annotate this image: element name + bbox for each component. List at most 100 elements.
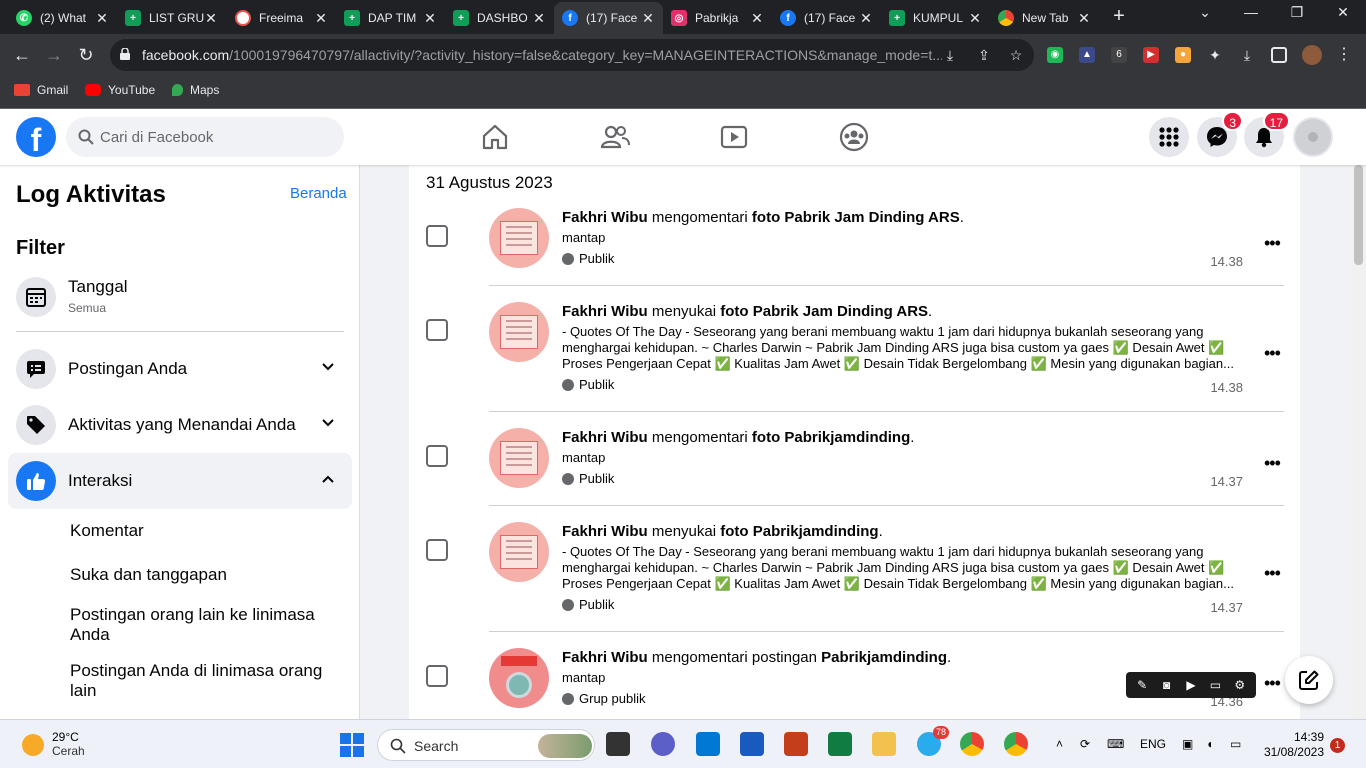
entry-thumbnail[interactable]: [489, 428, 549, 488]
entry-checkbox[interactable]: [426, 539, 448, 561]
vscode-icon[interactable]: [696, 732, 720, 756]
entry-headline[interactable]: Fakhri Wibu menyukai foto Pabrikjamdindi…: [562, 523, 883, 540]
settings-icon[interactable]: ⚙: [1231, 678, 1249, 692]
entry-headline[interactable]: Fakhri Wibu mengomentari foto Pabrik Jam…: [562, 209, 964, 226]
entry-thumbnail[interactable]: [489, 208, 549, 268]
messenger-button[interactable]: 3: [1197, 111, 1243, 157]
browser-tab[interactable]: ✆ (2) What ✕: [8, 4, 117, 32]
download-icon[interactable]: ⤓: [1239, 47, 1255, 63]
close-icon[interactable]: ✕: [314, 10, 328, 27]
puzzle-icon[interactable]: ✦: [1207, 47, 1223, 63]
extension-icon[interactable]: ◉: [1047, 47, 1063, 63]
forward-button[interactable]: →: [42, 43, 66, 67]
weather-widget[interactable]: 29°C Cerah: [22, 730, 85, 758]
browser-tab-active[interactable]: f (17) Face ✕: [554, 2, 663, 34]
close-icon[interactable]: ✕: [968, 10, 982, 27]
language-indicator[interactable]: ENG: [1140, 737, 1166, 751]
close-icon[interactable]: ✕: [641, 10, 655, 27]
tab-search-icon[interactable]: ⌄: [1190, 4, 1220, 21]
keyboard-icon[interactable]: ⌨: [1107, 737, 1124, 751]
maximize-button[interactable]: ❐: [1282, 4, 1312, 21]
more-options-icon[interactable]: •••: [1264, 343, 1284, 363]
date-filter[interactable]: Tanggal Semua: [8, 269, 352, 329]
page-scrollbar[interactable]: [1351, 165, 1366, 719]
home-link[interactable]: Beranda: [290, 185, 347, 202]
task-view-icon[interactable]: [606, 732, 630, 756]
browser-tab[interactable]: New Tab ✕: [990, 4, 1099, 32]
avatar[interactable]: [1302, 45, 1322, 65]
extension-icon[interactable]: ▶: [1143, 47, 1159, 63]
entry-thumbnail[interactable]: [489, 648, 549, 708]
close-icon[interactable]: ✕: [859, 10, 873, 27]
install-icon[interactable]: ⤓: [942, 47, 958, 63]
home-icon[interactable]: [479, 121, 511, 153]
browser-tab[interactable]: + DAP TIM ✕: [336, 4, 445, 32]
notification-badge[interactable]: 1: [1330, 738, 1345, 753]
more-options-icon[interactable]: •••: [1264, 563, 1284, 583]
reload-button[interactable]: ↻: [74, 43, 98, 67]
browser-tab[interactable]: + DASHBO ✕: [445, 4, 554, 32]
entry-checkbox[interactable]: [426, 319, 448, 341]
video-icon[interactable]: ▶: [1182, 678, 1200, 692]
close-icon[interactable]: ✕: [1077, 10, 1091, 27]
close-icon[interactable]: ✕: [204, 10, 218, 27]
extension-icon[interactable]: 6: [1111, 47, 1127, 63]
browser-tab[interactable]: + LIST GRU ✕: [117, 4, 226, 32]
chrome-icon[interactable]: [960, 732, 984, 756]
section-interactions[interactable]: Interaksi: [8, 453, 352, 509]
extension-icon[interactable]: ▲: [1079, 47, 1095, 63]
snip-icon[interactable]: ✎: [1133, 678, 1151, 692]
bookmark-youtube[interactable]: YouTube: [85, 83, 155, 97]
filter-others-posts-on-timeline[interactable]: Postingan orang lain ke linimasa Anda: [70, 605, 330, 645]
browser-tab[interactable]: ◎ Pabrikja ✕: [663, 4, 772, 32]
battery-icon[interactable]: ▭: [1230, 737, 1241, 751]
facebook-search[interactable]: [66, 117, 344, 157]
browser-tab[interactable]: f (17) Face ✕: [772, 4, 881, 32]
more-options-icon[interactable]: •••: [1264, 453, 1284, 473]
share-icon[interactable]: ⇪: [976, 47, 992, 63]
minimize-button[interactable]: —: [1236, 4, 1266, 20]
close-window-button[interactable]: ✕: [1328, 4, 1358, 21]
new-tab-button[interactable]: +: [1108, 5, 1130, 29]
teams-chat-icon[interactable]: [651, 732, 675, 756]
excel-icon[interactable]: [828, 732, 852, 756]
entry-checkbox[interactable]: [426, 225, 448, 247]
telegram-icon[interactable]: 78: [917, 726, 949, 756]
close-icon[interactable]: ✕: [423, 10, 437, 27]
close-icon[interactable]: ✕: [532, 10, 546, 27]
section-tagged-activity[interactable]: Aktivitas yang Menandai Anda: [8, 397, 352, 453]
taskbar-search[interactable]: Search: [377, 729, 595, 761]
window-icon[interactable]: ▭: [1206, 678, 1224, 692]
powerpoint-icon[interactable]: [784, 732, 808, 756]
extension-icon[interactable]: ●: [1175, 47, 1191, 63]
bookmark-gmail[interactable]: Gmail: [14, 83, 68, 97]
search-input[interactable]: [100, 117, 330, 157]
entry-headline[interactable]: Fakhri Wibu mengomentari postingan Pabri…: [562, 649, 951, 666]
new-message-button[interactable]: [1285, 656, 1333, 704]
entry-checkbox[interactable]: [426, 445, 448, 467]
start-button[interactable]: [340, 733, 364, 757]
menu-grid-button[interactable]: [1149, 117, 1189, 157]
browser-tab[interactable]: + KUMPUL ✕: [881, 4, 990, 32]
entry-headline[interactable]: Fakhri Wibu mengomentari foto Pabrikjamd…: [562, 429, 914, 446]
bookmark-maps[interactable]: Maps: [172, 83, 219, 97]
volume-icon[interactable]: ◖: [1206, 737, 1213, 751]
address-bar[interactable]: facebook.com/100019796470797/allactivity…: [110, 39, 1034, 71]
camera-icon[interactable]: ◙: [1158, 678, 1176, 692]
browser-tab[interactable]: Freeima ✕: [227, 4, 336, 32]
more-options-icon[interactable]: •••: [1264, 673, 1284, 693]
entry-headline[interactable]: Fakhri Wibu menyukai foto Pabrik Jam Din…: [562, 303, 932, 320]
bookmark-star-icon[interactable]: ☆: [1008, 47, 1024, 63]
file-explorer-icon[interactable]: [872, 732, 896, 756]
network-icon[interactable]: ▣: [1182, 737, 1193, 751]
close-icon[interactable]: ✕: [750, 10, 764, 27]
more-options-icon[interactable]: •••: [1264, 233, 1284, 253]
filter-likes-reactions[interactable]: Suka dan tanggapan: [70, 565, 330, 585]
back-button[interactable]: ←: [10, 43, 34, 67]
side-panel-icon[interactable]: [1271, 47, 1287, 63]
word-icon[interactable]: [740, 732, 764, 756]
scrollbar-thumb[interactable]: [1354, 165, 1363, 265]
filter-comments[interactable]: Komentar: [70, 521, 330, 541]
entry-checkbox[interactable]: [426, 665, 448, 687]
chrome-profile-icon[interactable]: [1004, 732, 1028, 756]
